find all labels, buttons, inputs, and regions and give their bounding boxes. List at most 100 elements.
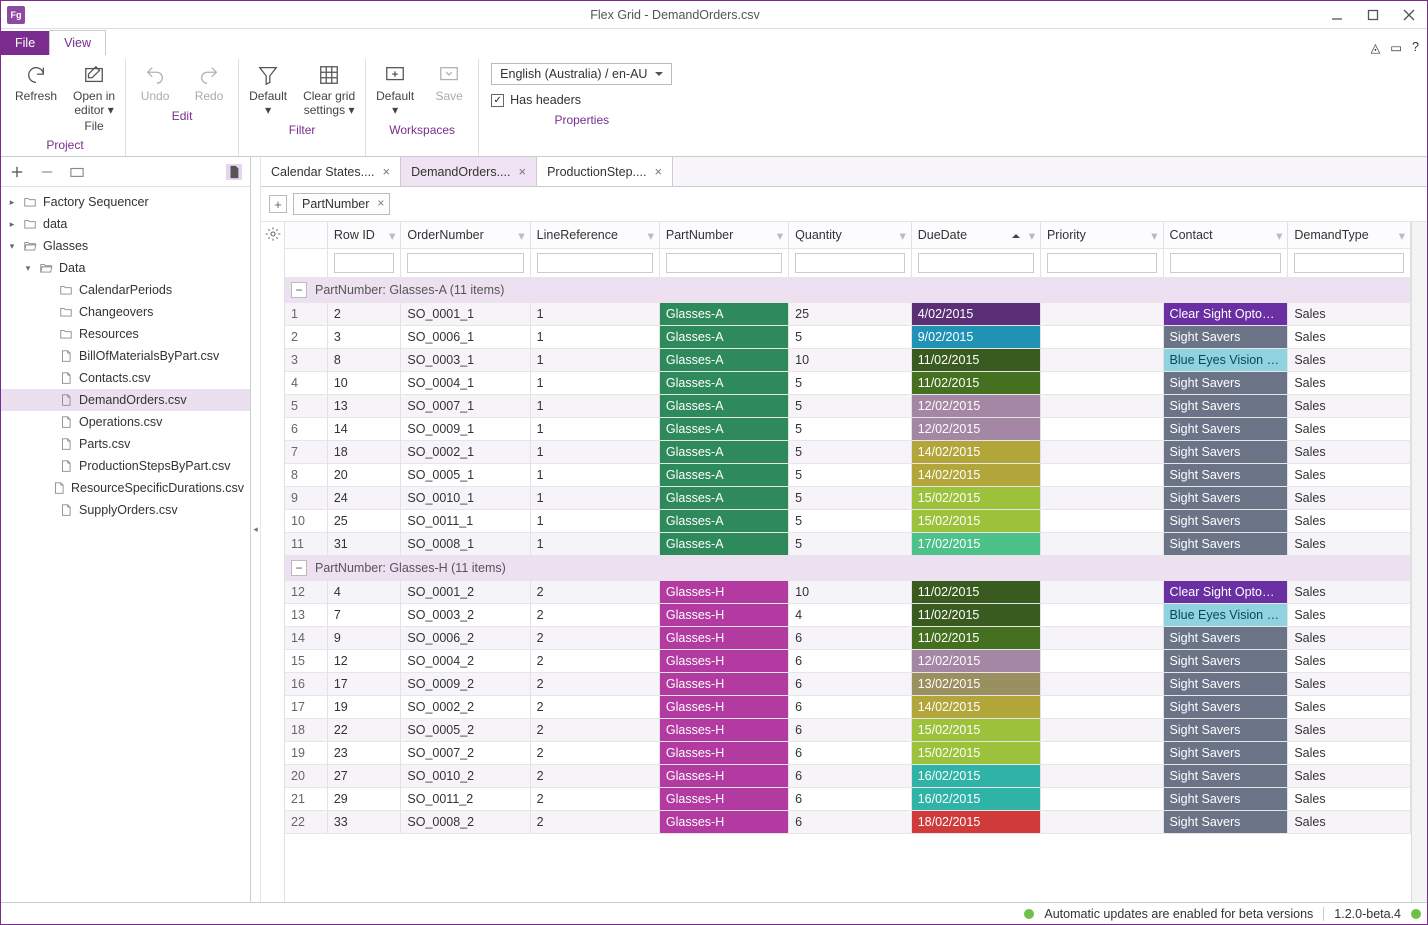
close-icon[interactable]: × [654,164,662,179]
column-filter-input[interactable] [918,253,1034,273]
column-header[interactable]: OrderNumber▾ [401,222,530,248]
tree-node[interactable]: CalendarPeriods [1,279,250,301]
column-header[interactable]: LineReference▾ [530,222,659,248]
twist-icon[interactable] [43,417,53,427]
filter-icon[interactable]: ▾ [389,228,395,243]
tree-node[interactable]: DemandOrders.csv [1,389,250,411]
table-row[interactable]: 1512SO_0004_22Glasses-H612/02/2015Sight … [285,649,1411,672]
tree-node[interactable]: Resources [1,323,250,345]
tree-node[interactable]: ProductionStepsByPart.csv [1,455,250,477]
tree-node[interactable]: ▸Factory Sequencer [1,191,250,213]
table-row[interactable]: 924SO_0010_11Glasses-A515/02/2015Sight S… [285,486,1411,509]
has-headers-checkbox[interactable]: Has headers [491,93,672,107]
twist-icon[interactable]: ▾ [23,263,33,273]
column-header[interactable] [285,222,327,248]
close-button[interactable] [1391,1,1427,29]
table-row[interactable]: 614SO_0009_11Glasses-A512/02/2015Sight S… [285,417,1411,440]
folder-view-icon[interactable] [69,164,85,180]
remove-icon[interactable] [39,164,55,180]
doc-tab[interactable]: Calendar States....× [261,157,401,186]
tree-node[interactable]: Parts.csv [1,433,250,455]
group-row[interactable]: −PartNumber: Glasses-A (11 items) [285,277,1411,302]
twist-icon[interactable] [43,329,53,339]
tree-node[interactable]: ▸data [1,213,250,235]
column-header[interactable]: Priority▾ [1040,222,1163,248]
table-row[interactable]: 23SO_0006_11Glasses-A59/02/2015Sight Sav… [285,325,1411,348]
group-chip-partnumber[interactable]: PartNumber × [293,193,390,215]
ribbon-collapse-icon[interactable]: ◬ [1371,40,1381,55]
table-row[interactable]: 1617SO_0009_22Glasses-H613/02/2015Sight … [285,672,1411,695]
table-row[interactable]: 137SO_0003_22Glasses-H411/02/2015Blue Ey… [285,603,1411,626]
workspace-save-button[interactable]: Save [426,59,472,107]
column-header[interactable]: DueDate▾ [911,222,1040,248]
column-filter-input[interactable] [1294,253,1404,273]
table-row[interactable]: 1822SO_0005_22Glasses-H615/02/2015Sight … [285,718,1411,741]
open-in-editor-button[interactable]: Open in editor ▾ File [69,59,119,136]
add-group-button[interactable]: + [269,195,287,213]
file-tree[interactable]: ▸Factory Sequencer▸data▾Glasses▾DataCale… [1,187,250,902]
filter-icon[interactable]: ▾ [1029,228,1035,243]
column-filter-input[interactable] [1047,253,1157,273]
redo-button[interactable]: Redo [186,59,232,107]
column-filter-input[interactable] [666,253,782,273]
filter-icon[interactable]: ▾ [1276,228,1282,243]
column-filter-input[interactable] [795,253,905,273]
table-row[interactable]: 38SO_0003_11Glasses-A1011/02/2015Blue Ey… [285,348,1411,371]
menu-file[interactable]: File [1,31,49,55]
doc-tab[interactable]: DemandOrders....× [401,157,537,186]
column-header[interactable]: DemandType▾ [1288,222,1411,248]
filter-icon[interactable]: ▾ [648,228,654,243]
twist-icon[interactable] [43,307,53,317]
table-row[interactable]: 2233SO_0008_22Glasses-H618/02/2015Sight … [285,810,1411,833]
ribbon-book-icon[interactable]: ▭ [1390,40,1402,55]
twist-icon[interactable]: ▸ [7,197,17,207]
twist-icon[interactable] [43,395,53,405]
table-row[interactable]: 2027SO_0010_22Glasses-H616/02/2015Sight … [285,764,1411,787]
data-grid[interactable]: Row ID▾OrderNumber▾LineReference▾PartNum… [285,222,1411,834]
twist-icon[interactable] [43,373,53,383]
column-filter-input[interactable] [334,253,395,273]
table-row[interactable]: 820SO_0005_11Glasses-A514/02/2015Sight S… [285,463,1411,486]
sidebar-collapse-handle[interactable]: ◂ [251,157,261,902]
column-filter-input[interactable] [1170,253,1282,273]
filter-icon[interactable]: ▾ [899,228,905,243]
locale-select[interactable]: English (Australia) / en-AU [491,63,672,85]
table-row[interactable]: 124SO_0001_22Glasses-H1011/02/2015Clear … [285,580,1411,603]
table-row[interactable]: 1131SO_0008_11Glasses-A517/02/2015Sight … [285,532,1411,555]
minimize-button[interactable] [1319,1,1355,29]
twist-icon[interactable] [43,505,53,515]
filter-icon[interactable]: ▾ [1399,228,1405,243]
group-row[interactable]: −PartNumber: Glasses-H (11 items) [285,555,1411,580]
close-icon[interactable]: × [518,164,526,179]
table-row[interactable]: 718SO_0002_11Glasses-A514/02/2015Sight S… [285,440,1411,463]
collapse-icon[interactable]: − [291,282,307,298]
filter-icon[interactable]: ▾ [518,228,524,243]
twist-icon[interactable] [43,483,47,493]
twist-icon[interactable] [43,461,53,471]
workspace-default-button[interactable]: Default ▾ [372,59,418,121]
refresh-button[interactable]: Refresh [11,59,61,107]
tree-node[interactable]: Changeovers [1,301,250,323]
grid-settings-button[interactable] [261,222,285,902]
close-icon[interactable]: × [383,164,391,179]
table-row[interactable]: 513SO_0007_11Glasses-A512/02/2015Sight S… [285,394,1411,417]
twist-icon[interactable]: ▾ [7,241,17,251]
filter-default-button[interactable]: Default ▾ [245,59,291,121]
table-row[interactable]: 1719SO_0002_22Glasses-H614/02/2015Sight … [285,695,1411,718]
maximize-button[interactable] [1355,1,1391,29]
tree-node[interactable]: ResourceSpecificDurations.csv [1,477,250,499]
help-icon[interactable]: ? [1412,40,1419,55]
column-header[interactable]: Row ID▾ [327,222,401,248]
undo-button[interactable]: Undo [132,59,178,107]
tree-node[interactable]: SupplyOrders.csv [1,499,250,521]
doc-tab[interactable]: ProductionStep....× [537,157,673,186]
collapse-icon[interactable]: − [291,560,307,576]
table-row[interactable]: 12SO_0001_11Glasses-A254/02/2015Clear Si… [285,302,1411,325]
clear-grid-settings-button[interactable]: Clear grid settings ▾ [299,59,359,121]
table-row[interactable]: 2129SO_0011_22Glasses-H616/02/2015Sight … [285,787,1411,810]
file-view-icon[interactable] [226,164,242,180]
column-header[interactable]: Contact▾ [1163,222,1288,248]
add-icon[interactable] [9,164,25,180]
column-header[interactable]: Quantity▾ [789,222,912,248]
column-header[interactable]: PartNumber▾ [659,222,788,248]
